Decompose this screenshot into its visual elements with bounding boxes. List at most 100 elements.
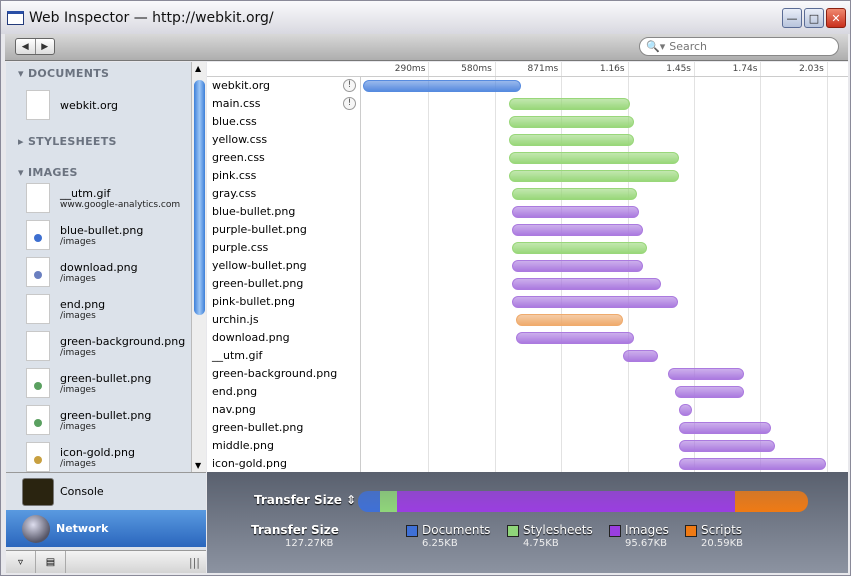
item-name: download.png [60,260,138,274]
resource-name[interactable]: pink-bullet.png [212,295,295,308]
timeline-bar-stylesheet[interactable] [508,152,679,164]
image-thumbnail-icon [34,271,42,279]
resource-name[interactable]: blue-bullet.png [212,205,295,218]
section-stylesheets[interactable]: ▸ STYLESHEETS [18,135,117,148]
forward-button[interactable]: ▶ [36,39,55,54]
toggle-panel-icon[interactable]: ▤ [36,551,66,573]
resource-name[interactable]: nav.png [212,403,256,416]
timeline-bar-stylesheet[interactable] [508,134,634,146]
scroll-up-arrow[interactable]: ▲ [195,64,201,73]
image-file-icon [26,220,50,250]
sidebar-item-image[interactable]: green-bullet.png/images [26,365,196,401]
window-title: Web Inspector — http://webkit.org/ [29,9,274,26]
resource-name[interactable]: download.png [212,331,290,344]
sidebar-item-image[interactable]: green-background.png/images [26,328,196,364]
resource-name[interactable]: purple.css [212,241,268,254]
summary-mode-selector[interactable]: Transfer Size ⇕ [254,493,356,507]
item-name: green-bullet.png [60,371,152,385]
item-text: icon-gold.png/images [60,446,135,469]
resource-name[interactable]: webkit.org [212,79,270,92]
section-documents[interactable]: ▾ DOCUMENTS [18,67,109,80]
search-input[interactable] [669,40,830,53]
resource-name[interactable]: green-bullet.png [212,421,303,434]
resource-name[interactable]: yellow-bullet.png [212,259,307,272]
search-box[interactable]: 🔍▾ [639,37,839,56]
summary-bar: Transfer Size ⇕ Transfer Size 127.27KB D… [207,472,848,573]
image-thumbnail-icon [34,419,42,427]
timeline-bar-stylesheet[interactable] [508,98,630,110]
tick-label: 1.45s [666,64,691,74]
timeline-bar-image[interactable] [511,224,643,236]
resource-name[interactable]: end.png [212,385,257,398]
image-thumbnail-icon [34,456,42,464]
sidebar-item-image[interactable]: end.png/images [26,291,196,327]
image-file-icon [26,294,50,324]
resource-name[interactable]: green-background.png [212,367,337,380]
image-file-icon [26,442,50,472]
close-button[interactable]: ✕ [826,8,846,28]
sidebar-item-image[interactable]: download.png/images [26,254,196,290]
resource-name[interactable]: green-bullet.png [212,277,303,290]
warning-icon[interactable]: ! [343,97,356,110]
network-globe-icon [22,514,50,543]
warning-icon[interactable]: ! [343,79,356,92]
image-file-icon [26,331,50,361]
item-name: green-background.png [60,334,186,348]
section-label: IMAGES [27,166,78,179]
resource-name[interactable]: green.css [212,151,265,164]
timeline-bar-image[interactable] [511,206,639,218]
timeline-bar-stylesheet[interactable] [511,242,647,254]
transfer-size-graph [358,491,808,512]
section-images[interactable]: ▾ IMAGES [18,166,78,179]
timeline-bar-image[interactable] [678,422,772,434]
timeline-bar-image[interactable] [511,278,661,290]
sidebar-scrollbar[interactable]: ▲ ▼ [191,62,206,472]
nav-console[interactable]: Console [6,473,206,510]
sidebar-item-image[interactable]: icon-gold.png/images [26,439,196,472]
resource-name[interactable]: icon-gold.png [212,457,287,470]
minimize-button[interactable]: — [782,8,802,28]
legend-value: 4.75KB [523,538,559,549]
timeline-bar-stylesheet[interactable] [511,188,637,200]
grid-line [494,62,496,472]
timeline-bar-image[interactable] [515,332,634,344]
resource-name[interactable]: yellow.css [212,133,267,146]
resource-name[interactable]: pink.css [212,169,256,182]
scroll-down-arrow[interactable]: ▼ [195,461,201,470]
timeline-bar-image[interactable] [667,368,744,380]
document-icon [26,90,50,120]
resource-name[interactable]: gray.css [212,187,256,200]
timeline-bar-image[interactable] [678,440,776,452]
item-text: green-bullet.png/images [60,372,151,395]
sidebar-item-image[interactable]: __utm.gif www.google-analytics.com [26,180,196,216]
timeline-bar-image[interactable] [511,260,643,272]
timeline-bar-script[interactable] [515,314,623,326]
item-text: green-background.png/images [60,335,185,358]
timeline-bar-image[interactable] [511,296,679,308]
sidebar-item-image[interactable]: green-bullet.png/images [26,402,196,438]
timeline-bar-image[interactable] [674,386,744,398]
resource-name[interactable]: middle.png [212,439,274,452]
resize-handle[interactable]: ||| [189,556,200,569]
resource-name[interactable]: __utm.gif [212,349,262,362]
timeline-bar-stylesheet[interactable] [508,170,679,182]
timeline-bar-image[interactable] [678,404,692,416]
image-thumbnail-icon [34,234,42,242]
timeline-bar-stylesheet[interactable] [508,116,634,128]
grid-line [826,62,828,472]
resource-name[interactable]: urchin.js [212,313,259,326]
maximize-button[interactable]: □ [804,8,824,28]
sidebar-item-webkit-org[interactable]: webkit.org [26,87,196,123]
nav-network[interactable]: Network [6,510,206,547]
resource-name[interactable]: blue.css [212,115,257,128]
grid-line [428,62,430,472]
timeline-bar-image[interactable] [622,350,658,362]
timeline-bar-document[interactable] [363,80,521,92]
resource-name[interactable]: purple-bullet.png [212,223,307,236]
resource-name[interactable]: main.css [212,97,261,110]
back-button[interactable]: ◀ [16,39,36,54]
sidebar-item-image[interactable]: blue-bullet.png/images [26,217,196,253]
scroll-thumb[interactable] [194,80,205,315]
timeline-bar-image[interactable] [678,458,827,470]
dock-toggle-icon[interactable]: ▿ [6,551,36,573]
